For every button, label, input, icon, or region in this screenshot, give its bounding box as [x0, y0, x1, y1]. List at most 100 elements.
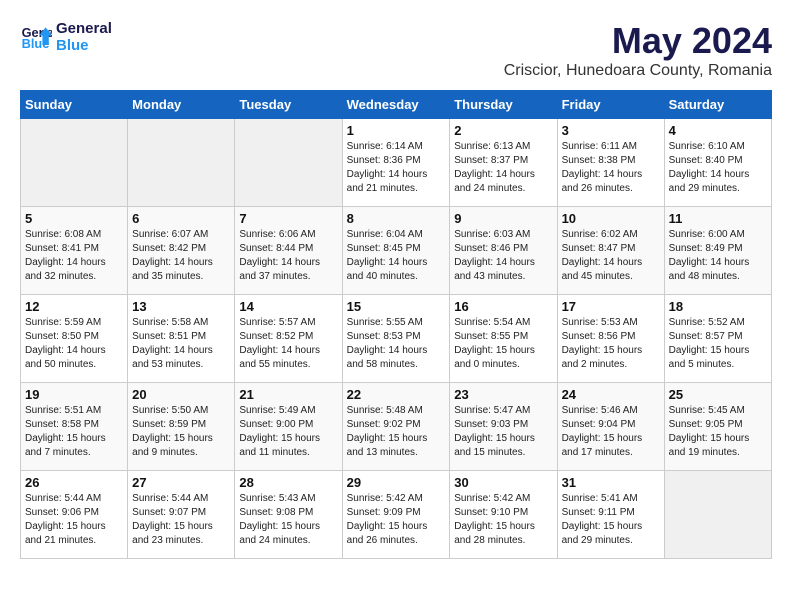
day-info: Sunrise: 5:51 AMSunset: 8:58 PMDaylight:…: [25, 404, 123, 460]
day-info: Sunrise: 5:46 AMSunset: 9:04 PMDaylight:…: [562, 404, 660, 460]
header-saturday: Saturday: [664, 91, 771, 119]
table-row: 31 Sunrise: 5:41 AMSunset: 9:11 PMDayligh…: [557, 471, 664, 559]
day-info: Sunrise: 5:43 AMSunset: 9:08 PMDaylight:…: [239, 492, 337, 548]
day-info: Sunrise: 5:47 AMSunset: 9:03 PMDaylight:…: [454, 404, 552, 460]
day-number: 10: [562, 211, 660, 226]
day-info: Sunrise: 5:59 AMSunset: 8:50 PMDaylight:…: [25, 316, 123, 372]
table-row: 30 Sunrise: 5:42 AMSunset: 9:10 PMDayligh…: [450, 471, 557, 559]
day-info: Sunrise: 6:03 AMSunset: 8:46 PMDaylight:…: [454, 228, 552, 284]
logo-icon: General Blue: [20, 21, 52, 53]
day-number: 8: [347, 211, 446, 226]
calendar-week-row: 12Sunrise: 5:59 AMSunset: 8:50 PMDayligh…: [21, 295, 772, 383]
table-row: 1 Sunrise: 6:14 AMSunset: 8:36 PMDaylight…: [342, 119, 450, 207]
table-row: 3 Sunrise: 6:11 AMSunset: 8:38 PMDaylight…: [557, 119, 664, 207]
day-info: Sunrise: 5:44 AMSunset: 9:06 PMDaylight:…: [25, 492, 123, 548]
table-row: 23Sunrise: 5:47 AMSunset: 9:03 PMDayligh…: [450, 383, 557, 471]
day-number: 31: [562, 475, 660, 490]
day-info: Sunrise: 6:02 AMSunset: 8:47 PMDaylight:…: [562, 228, 660, 284]
day-info: Sunrise: 5:42 AMSunset: 9:09 PMDaylight:…: [347, 492, 446, 548]
table-row: 2 Sunrise: 6:13 AMSunset: 8:37 PMDaylight…: [450, 119, 557, 207]
table-row: 28 Sunrise: 5:43 AMSunset: 9:08 PMDayligh…: [235, 471, 342, 559]
day-number: 4: [669, 123, 767, 138]
title-area: May 2024 Criscior, Hunedoara County, Rom…: [504, 20, 772, 80]
header-monday: Monday: [128, 91, 235, 119]
day-number: 19: [25, 387, 123, 402]
calendar-week-row: 5 Sunrise: 6:08 AMSunset: 8:41 PMDaylight…: [21, 207, 772, 295]
table-row: [128, 119, 235, 207]
day-info: Sunrise: 6:08 AMSunset: 8:41 PMDaylight:…: [25, 228, 123, 284]
table-row: 5 Sunrise: 6:08 AMSunset: 8:41 PMDaylight…: [21, 207, 128, 295]
table-row: 4 Sunrise: 6:10 AMSunset: 8:40 PMDaylight…: [664, 119, 771, 207]
day-number: 27: [132, 475, 230, 490]
calendar-week-row: 1 Sunrise: 6:14 AMSunset: 8:36 PMDaylight…: [21, 119, 772, 207]
day-number: 5: [25, 211, 123, 226]
header-thursday: Thursday: [450, 91, 557, 119]
day-number: 17: [562, 299, 660, 314]
subtitle: Criscior, Hunedoara County, Romania: [504, 62, 772, 80]
day-info: Sunrise: 6:00 AMSunset: 8:49 PMDaylight:…: [669, 228, 767, 284]
table-row: 12Sunrise: 5:59 AMSunset: 8:50 PMDayligh…: [21, 295, 128, 383]
day-number: 6: [132, 211, 230, 226]
day-info: Sunrise: 5:42 AMSunset: 9:10 PMDaylight:…: [454, 492, 552, 548]
main-title: May 2024: [504, 20, 772, 62]
day-number: 30: [454, 475, 552, 490]
calendar-table: Sunday Monday Tuesday Wednesday Thursday…: [20, 90, 772, 559]
day-number: 3: [562, 123, 660, 138]
table-row: 9 Sunrise: 6:03 AMSunset: 8:46 PMDaylight…: [450, 207, 557, 295]
day-info: Sunrise: 5:45 AMSunset: 9:05 PMDaylight:…: [669, 404, 767, 460]
day-info: Sunrise: 5:58 AMSunset: 8:51 PMDaylight:…: [132, 316, 230, 372]
table-row: 25 Sunrise: 5:45 AMSunset: 9:05 PMDayligh…: [664, 383, 771, 471]
day-number: 1: [347, 123, 446, 138]
day-info: Sunrise: 6:07 AMSunset: 8:42 PMDaylight:…: [132, 228, 230, 284]
day-number: 25: [669, 387, 767, 402]
day-number: 16: [454, 299, 552, 314]
table-row: 14Sunrise: 5:57 AMSunset: 8:52 PMDayligh…: [235, 295, 342, 383]
header-tuesday: Tuesday: [235, 91, 342, 119]
header-friday: Friday: [557, 91, 664, 119]
day-number: 7: [239, 211, 337, 226]
table-row: 7Sunrise: 6:06 AMSunset: 8:44 PMDaylight…: [235, 207, 342, 295]
day-info: Sunrise: 5:49 AMSunset: 9:00 PMDaylight:…: [239, 404, 337, 460]
table-row: 22 Sunrise: 5:48 AMSunset: 9:02 PMDayligh…: [342, 383, 450, 471]
day-number: 13: [132, 299, 230, 314]
day-number: 24: [562, 387, 660, 402]
day-info: Sunrise: 5:57 AMSunset: 8:52 PMDaylight:…: [239, 316, 337, 372]
day-number: 28: [239, 475, 337, 490]
day-number: 2: [454, 123, 552, 138]
day-number: 20: [132, 387, 230, 402]
day-number: 22: [347, 387, 446, 402]
header-wednesday: Wednesday: [342, 91, 450, 119]
calendar-week-row: 19 Sunrise: 5:51 AMSunset: 8:58 PMDayligh…: [21, 383, 772, 471]
table-row: 19 Sunrise: 5:51 AMSunset: 8:58 PMDayligh…: [21, 383, 128, 471]
day-info: Sunrise: 5:41 AMSunset: 9:11 PMDaylight:…: [562, 492, 660, 548]
table-row: 8 Sunrise: 6:04 AMSunset: 8:45 PMDaylight…: [342, 207, 450, 295]
day-info: Sunrise: 6:10 AMSunset: 8:40 PMDaylight:…: [669, 140, 767, 196]
day-number: 18: [669, 299, 767, 314]
table-row: 10 Sunrise: 6:02 AMSunset: 8:47 PMDayligh…: [557, 207, 664, 295]
day-info: Sunrise: 5:53 AMSunset: 8:56 PMDaylight:…: [562, 316, 660, 372]
table-row: 6 Sunrise: 6:07 AMSunset: 8:42 PMDaylight…: [128, 207, 235, 295]
day-number: 21: [239, 387, 337, 402]
table-row: 15Sunrise: 5:55 AMSunset: 8:53 PMDayligh…: [342, 295, 450, 383]
table-row: 13 Sunrise: 5:58 AMSunset: 8:51 PMDayligh…: [128, 295, 235, 383]
day-info: Sunrise: 6:13 AMSunset: 8:37 PMDaylight:…: [454, 140, 552, 196]
table-row: 26 Sunrise: 5:44 AMSunset: 9:06 PMDayligh…: [21, 471, 128, 559]
day-number: 26: [25, 475, 123, 490]
table-row: 18Sunrise: 5:52 AMSunset: 8:57 PMDayligh…: [664, 295, 771, 383]
day-number: 9: [454, 211, 552, 226]
day-info: Sunrise: 5:48 AMSunset: 9:02 PMDaylight:…: [347, 404, 446, 460]
day-number: 11: [669, 211, 767, 226]
table-row: 29 Sunrise: 5:42 AMSunset: 9:09 PMDayligh…: [342, 471, 450, 559]
header-sunday: Sunday: [21, 91, 128, 119]
day-info: Sunrise: 5:50 AMSunset: 8:59 PMDaylight:…: [132, 404, 230, 460]
day-number: 29: [347, 475, 446, 490]
day-info: Sunrise: 6:04 AMSunset: 8:45 PMDaylight:…: [347, 228, 446, 284]
day-info: Sunrise: 6:14 AMSunset: 8:36 PMDaylight:…: [347, 140, 446, 196]
table-row: 20 Sunrise: 5:50 AMSunset: 8:59 PMDayligh…: [128, 383, 235, 471]
table-row: [21, 119, 128, 207]
day-info: Sunrise: 6:11 AMSunset: 8:38 PMDaylight:…: [562, 140, 660, 196]
calendar-header-row: Sunday Monday Tuesday Wednesday Thursday…: [21, 91, 772, 119]
table-row: 24 Sunrise: 5:46 AMSunset: 9:04 PMDayligh…: [557, 383, 664, 471]
table-row: 11 Sunrise: 6:00 AMSunset: 8:49 PMDayligh…: [664, 207, 771, 295]
logo: General Blue General Blue: [20, 20, 112, 54]
